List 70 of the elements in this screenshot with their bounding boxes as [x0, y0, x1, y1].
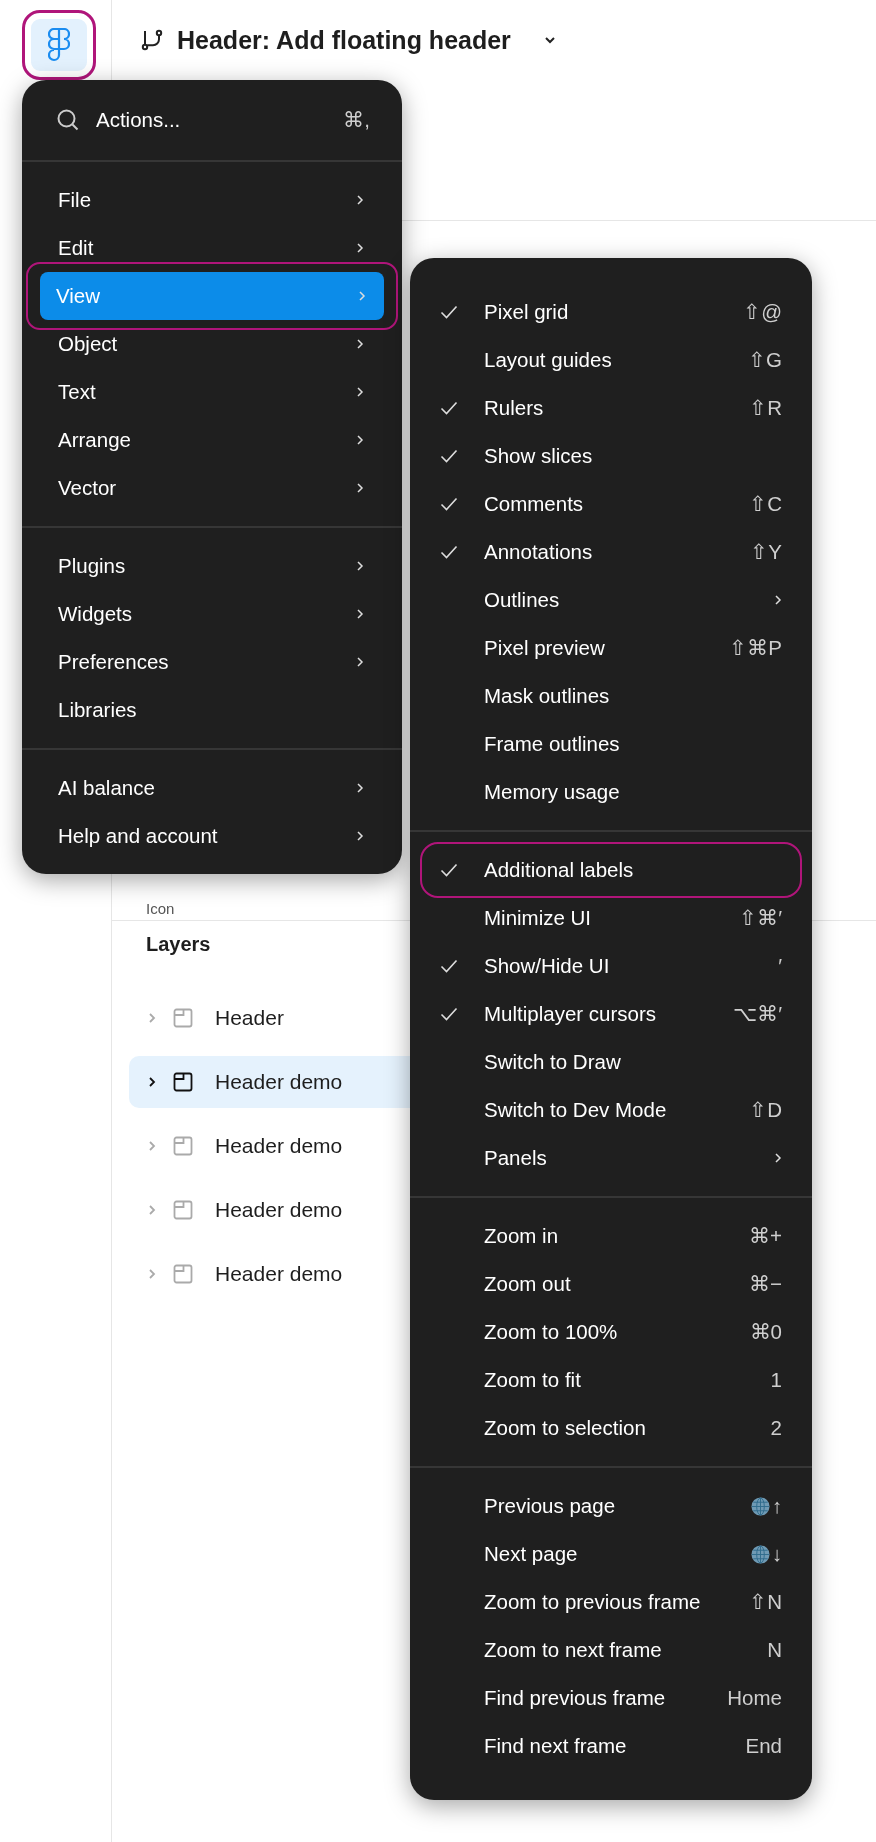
shortcut-label: ⌘+: [749, 1224, 782, 1248]
actions-search[interactable]: Actions...: [96, 108, 328, 132]
menu-item[interactable]: Zoom to previous frame ⇧N: [410, 1578, 812, 1626]
menu-item[interactable]: Pixel preview ⇧⌘P: [410, 624, 812, 672]
shortcut-label: ⇧⌘P: [729, 636, 782, 660]
frame-icon: [173, 1200, 193, 1220]
layer-row[interactable]: Header demo: [129, 1184, 410, 1236]
shortcut-label: N: [767, 1638, 782, 1662]
shortcut-label: 1: [770, 1368, 782, 1392]
chevron-right-icon[interactable]: [147, 1075, 157, 1089]
shortcut-label: ⇧Y: [750, 540, 782, 564]
menu-item[interactable]: Show slices: [410, 432, 812, 480]
shortcut-label: End: [745, 1734, 782, 1758]
menu-item[interactable]: Layout guides ⇧G: [410, 336, 812, 384]
layer-row[interactable]: Header: [129, 992, 410, 1044]
frame-icon: [173, 1008, 193, 1028]
shortcut-label: ⇧G: [748, 348, 782, 372]
menu-item[interactable]: Frame outlines: [410, 720, 812, 768]
menu-item[interactable]: Outlines: [410, 576, 812, 624]
frame-icon: [173, 1264, 193, 1284]
branch-icon: [141, 29, 163, 51]
menu-item[interactable]: Mask outlines: [410, 672, 812, 720]
layer-row[interactable]: Header demo: [129, 1056, 410, 1108]
menu-item[interactable]: Zoom out ⌘−: [410, 1260, 812, 1308]
menu-item[interactable]: Memory usage: [410, 768, 812, 816]
menu-item[interactable]: Rulers ⇧R: [410, 384, 812, 432]
menu-item[interactable]: Previous page ↑: [410, 1482, 812, 1530]
shortcut-label: ⌘,: [343, 108, 370, 132]
panel-title: Layers: [146, 933, 211, 956]
shortcut-label: ⌘0: [749, 1320, 782, 1344]
shortcut-label: ⇧C: [749, 492, 782, 516]
shortcut-label: ⌥⌘′: [733, 1002, 782, 1026]
shortcut-label: 2: [770, 1416, 782, 1440]
logo-icon: [48, 28, 70, 62]
menu-item[interactable]: Find next frame End: [410, 1722, 812, 1770]
chevron-down-icon[interactable]: [542, 35, 557, 45]
menu-item[interactable]: Next page ↓: [410, 1530, 812, 1578]
layer-row[interactable]: Header demo: [129, 1120, 410, 1172]
menu-item[interactable]: Multiplayer cursors ⌥⌘′: [410, 990, 812, 1038]
search-icon: [56, 108, 80, 132]
menu-item[interactable]: Zoom to next frame N: [410, 1626, 812, 1674]
file-title[interactable]: Header: Add floating header: [177, 25, 511, 55]
shortcut-label: ↑: [771, 1494, 782, 1518]
shortcut-label: ⌘−: [749, 1272, 782, 1296]
menu-item[interactable]: Zoom to fit 1: [410, 1356, 812, 1404]
shortcut-label: Home: [727, 1686, 782, 1710]
frame-icon: [173, 1136, 193, 1156]
menu-item[interactable]: Zoom to selection 2: [410, 1404, 812, 1452]
shortcut-label: ⇧D: [749, 1098, 782, 1122]
menu-item[interactable]: Annotations ⇧Y: [410, 528, 812, 576]
menu-item[interactable]: Comments ⇧C: [410, 480, 812, 528]
menu-item[interactable]: View: [40, 272, 384, 320]
menu-item[interactable]: Find previous frame Home: [410, 1674, 812, 1722]
menu-item[interactable]: Zoom to 100% ⌘0: [410, 1308, 812, 1356]
menu-item[interactable]: Switch to Dev Mode ⇧D: [410, 1086, 812, 1134]
menu-item[interactable]: Additional labels: [420, 842, 802, 898]
menu-item[interactable]: Switch to Draw: [410, 1038, 812, 1086]
shortcut-label: ⇧R: [749, 396, 782, 420]
menu-item[interactable]: Zoom in ⌘+: [410, 1212, 812, 1260]
menu-item[interactable]: Panels: [410, 1134, 812, 1182]
app-logo-button[interactable]: [22, 10, 96, 80]
shortcut-label: ⇧N: [749, 1590, 782, 1614]
menu-item[interactable]: Pixel grid ⇧@: [410, 288, 812, 336]
shortcut-label: ↓: [771, 1542, 782, 1566]
shortcut-label: ⇧@: [743, 300, 782, 324]
shortcut-label: ′: [778, 954, 782, 978]
layer-row[interactable]: Header demo: [129, 1248, 410, 1300]
frame-icon: [173, 1072, 193, 1092]
menu-item[interactable]: Show/Hide UI ′: [410, 942, 812, 990]
menu-item[interactable]: File: [42, 176, 382, 224]
